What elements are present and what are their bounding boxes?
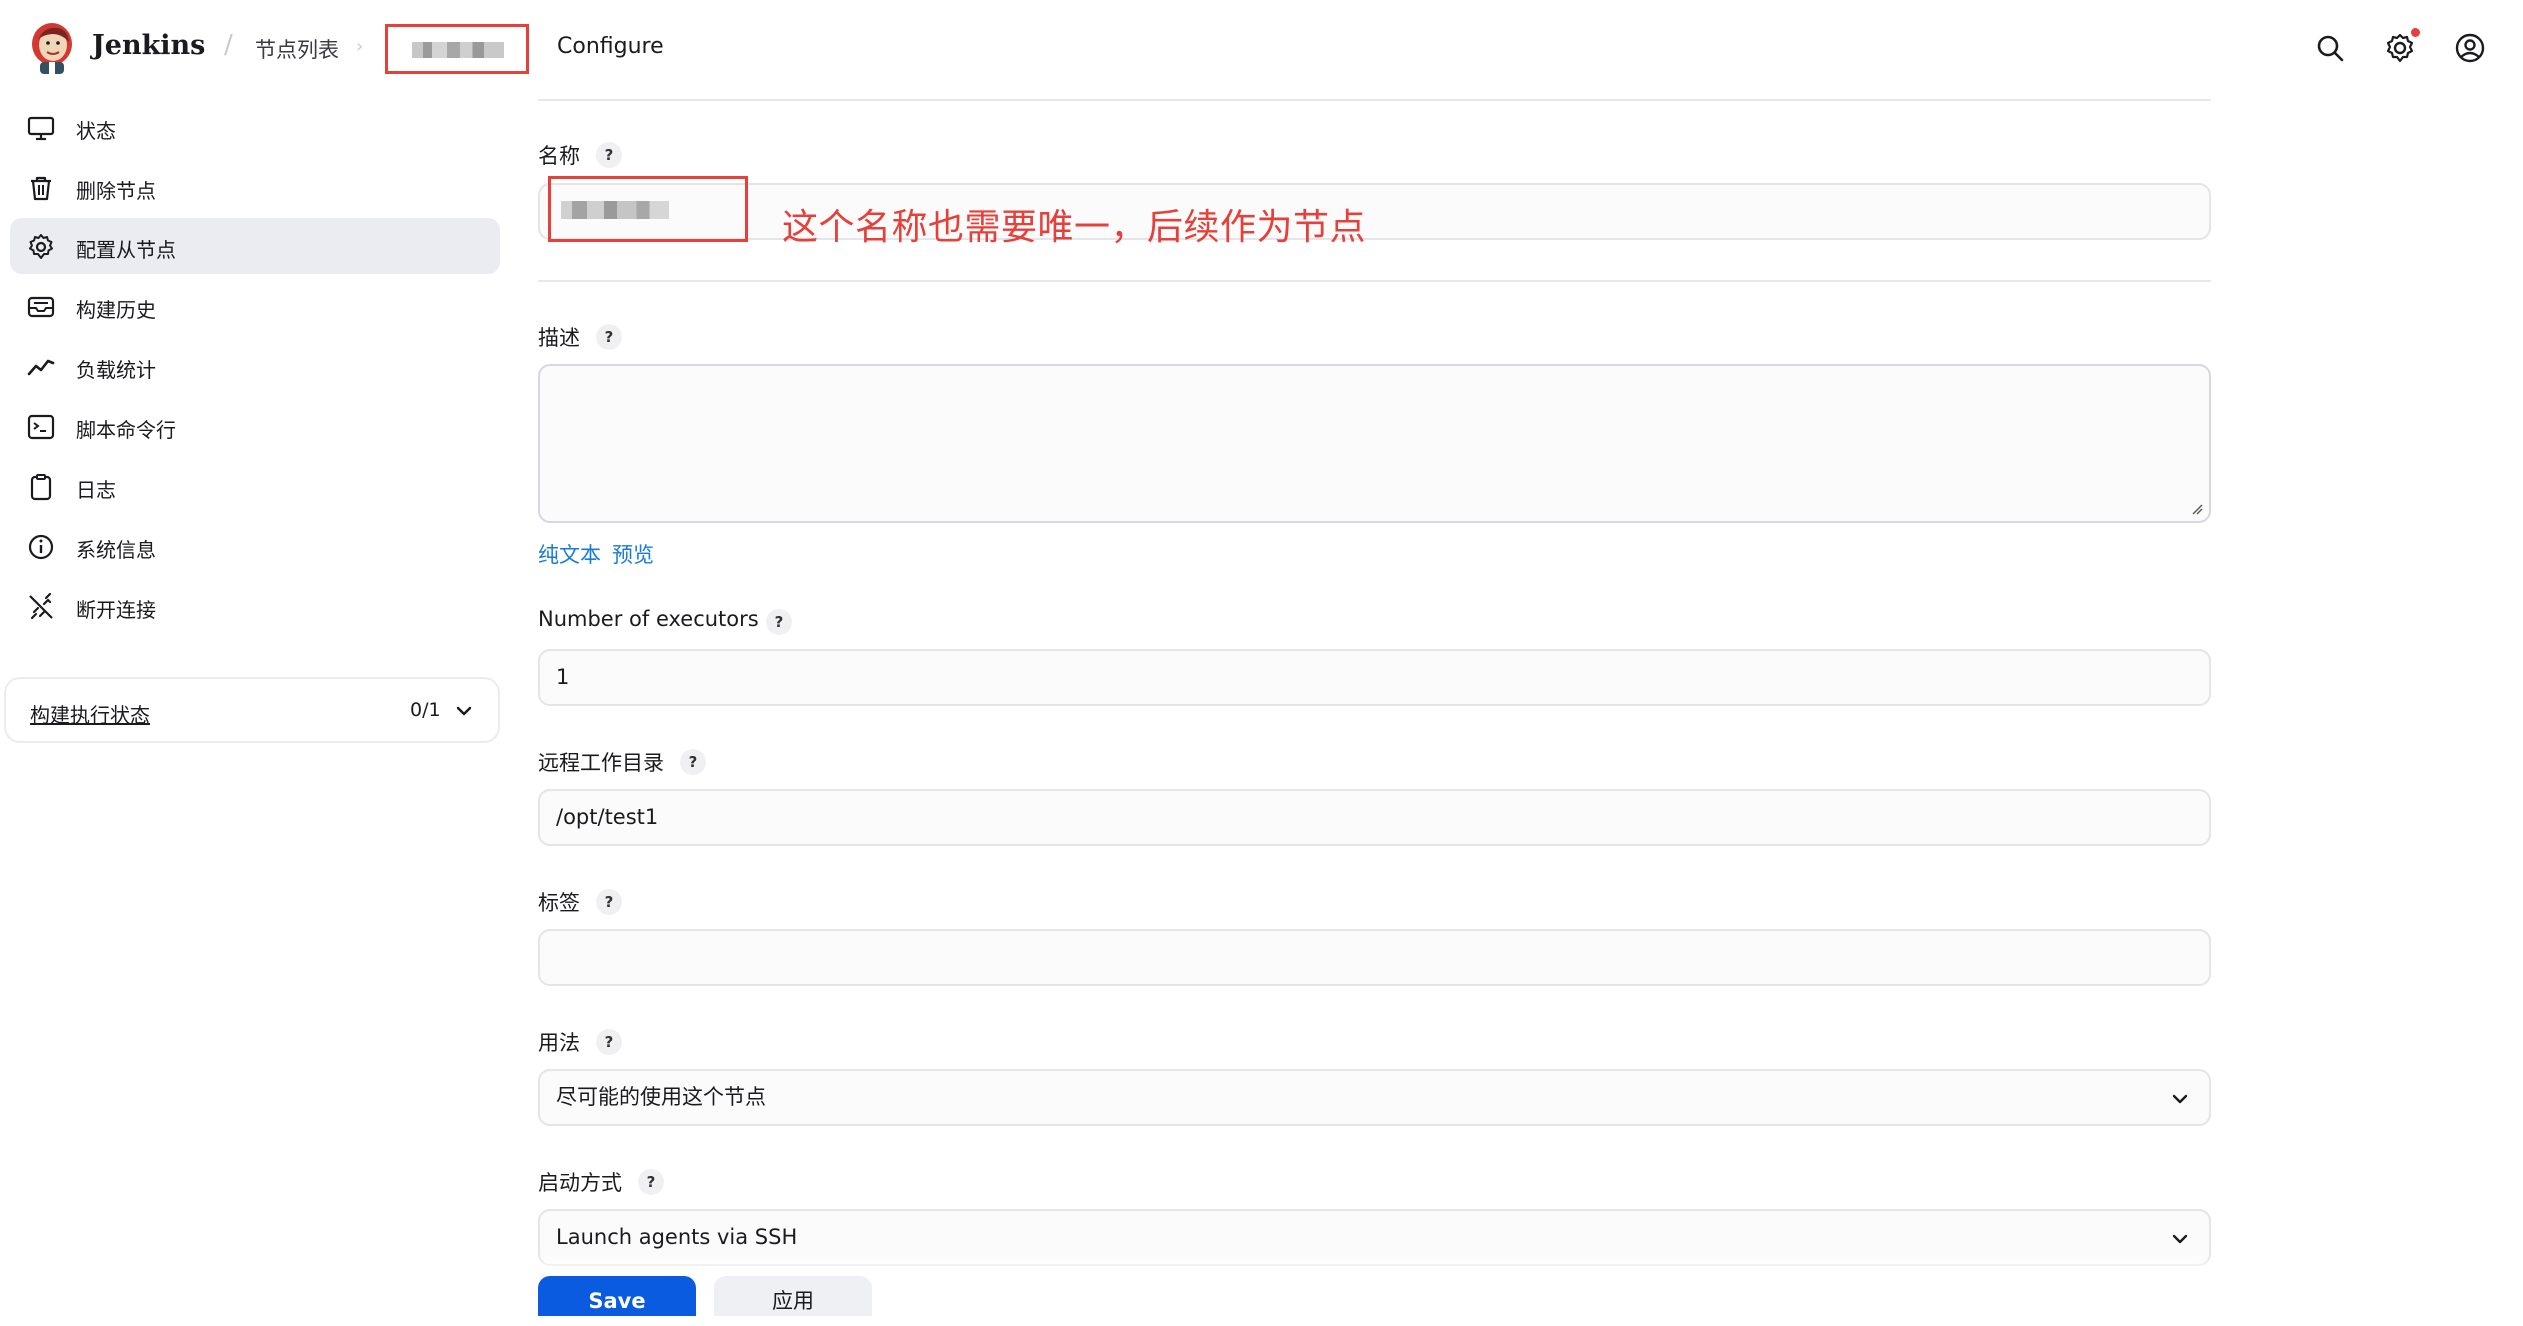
chevron-down-icon[interactable]: [454, 701, 474, 721]
terminal-icon: [27, 414, 55, 440]
disconnect-icon: [29, 592, 53, 620]
info-icon: [28, 534, 54, 560]
sidebar-item-script-console[interactable]: 脚本命令行: [10, 398, 500, 454]
annotation-note: 这个名称也需要唯一，后续作为节点: [782, 207, 1367, 248]
help-icon[interactable]: ?: [766, 609, 792, 635]
labels-field[interactable]: [538, 929, 2211, 986]
preview-link[interactable]: 预览: [612, 539, 654, 569]
chevron-down-icon: [2172, 1234, 2188, 1244]
section-divider: [538, 280, 2211, 282]
remote-dir-label: 远程工作目录: [538, 751, 664, 775]
help-icon[interactable]: ?: [596, 1029, 622, 1055]
sidebar-item-delete-node[interactable]: 删除节点: [10, 159, 500, 215]
brand-name[interactable]: Jenkins: [92, 30, 205, 61]
usage-select-value: 尽可能的使用这个节点: [556, 1085, 766, 1109]
save-button[interactable]: Save: [538, 1276, 696, 1316]
remote-dir-field[interactable]: /opt/test1: [538, 789, 2211, 846]
top-header: Jenkins / 节点列表 › Configure: [0, 0, 2523, 96]
sidebar-item-configure-node[interactable]: 配置从节点: [10, 218, 500, 274]
trash-icon: [31, 176, 51, 201]
sidebar-item-label: 日志: [76, 478, 116, 502]
executors-label: Number of executors: [538, 607, 759, 631]
usage-select[interactable]: 尽可能的使用这个节点: [538, 1069, 2211, 1126]
chevron-down-icon: [2172, 1094, 2188, 1104]
notification-dot: [2411, 28, 2420, 37]
breadcrumb-separator: /: [224, 30, 233, 60]
trend-icon: [27, 359, 55, 376]
breadcrumb-node-redacted[interactable]: [385, 24, 529, 74]
sidebar-item-label: 构建历史: [76, 298, 156, 322]
sidebar-item-label: 脚本命令行: [76, 418, 176, 442]
breadcrumb-separator: ›: [356, 36, 364, 57]
sidebar-item-label: 负载统计: [76, 358, 156, 382]
bottom-fade: [520, 1253, 2240, 1277]
description-textarea[interactable]: [538, 364, 2211, 523]
help-icon[interactable]: ?: [596, 324, 622, 350]
help-icon[interactable]: ?: [596, 142, 622, 168]
sidebar-item-status[interactable]: 状态: [10, 99, 500, 155]
help-icon[interactable]: ?: [680, 749, 706, 775]
labels-label: 标签: [538, 891, 580, 915]
description-label: 描述: [538, 326, 580, 350]
sidebar-item-build-history[interactable]: 构建历史: [10, 278, 500, 334]
usage-label: 用法: [538, 1031, 580, 1055]
sidebar-item-disconnect[interactable]: 断开连接: [10, 578, 500, 634]
sidebar-item-log[interactable]: 日志: [10, 458, 500, 514]
executor-status-panel[interactable]: 构建执行状态 0/1: [4, 677, 500, 743]
sidebar-item-label: 配置从节点: [76, 238, 176, 262]
search-icon[interactable]: [2312, 30, 2348, 66]
apply-button[interactable]: 应用: [714, 1276, 872, 1316]
launch-select-value: Launch agents via SSH: [556, 1225, 798, 1249]
sidebar-item-system-info[interactable]: 系统信息: [10, 518, 500, 574]
help-icon[interactable]: ?: [596, 889, 622, 915]
breadcrumb-current[interactable]: Configure: [557, 34, 664, 59]
help-icon[interactable]: ?: [638, 1169, 664, 1195]
clipboard-icon: [30, 474, 52, 501]
jenkins-logo-icon[interactable]: [26, 20, 78, 76]
user-icon[interactable]: [2452, 30, 2488, 66]
sidebar-item-label: 系统信息: [76, 538, 156, 562]
plain-text-link[interactable]: 纯文本: [538, 539, 601, 569]
executors-field[interactable]: 1: [538, 649, 2211, 706]
executor-status-link[interactable]: 构建执行状态: [30, 699, 150, 728]
sidebar-item-load-statistics[interactable]: 负载统计: [10, 338, 500, 394]
resize-grip-icon[interactable]: [2191, 503, 2203, 515]
breadcrumb-nodes[interactable]: 节点列表: [255, 34, 339, 64]
monitor-icon: [27, 116, 55, 141]
sidebar-item-label: 断开连接: [76, 598, 156, 622]
name-label: 名称: [538, 144, 580, 168]
executor-count: 0/1: [410, 699, 441, 721]
inbox-icon: [27, 296, 55, 318]
name-value-redacted: [548, 176, 748, 242]
gear-icon: [29, 234, 53, 259]
sidebar-item-label: 状态: [76, 119, 116, 143]
header-divider: [538, 99, 2211, 101]
sidebar-item-label: 删除节点: [76, 179, 156, 203]
launch-label: 启动方式: [538, 1171, 622, 1195]
